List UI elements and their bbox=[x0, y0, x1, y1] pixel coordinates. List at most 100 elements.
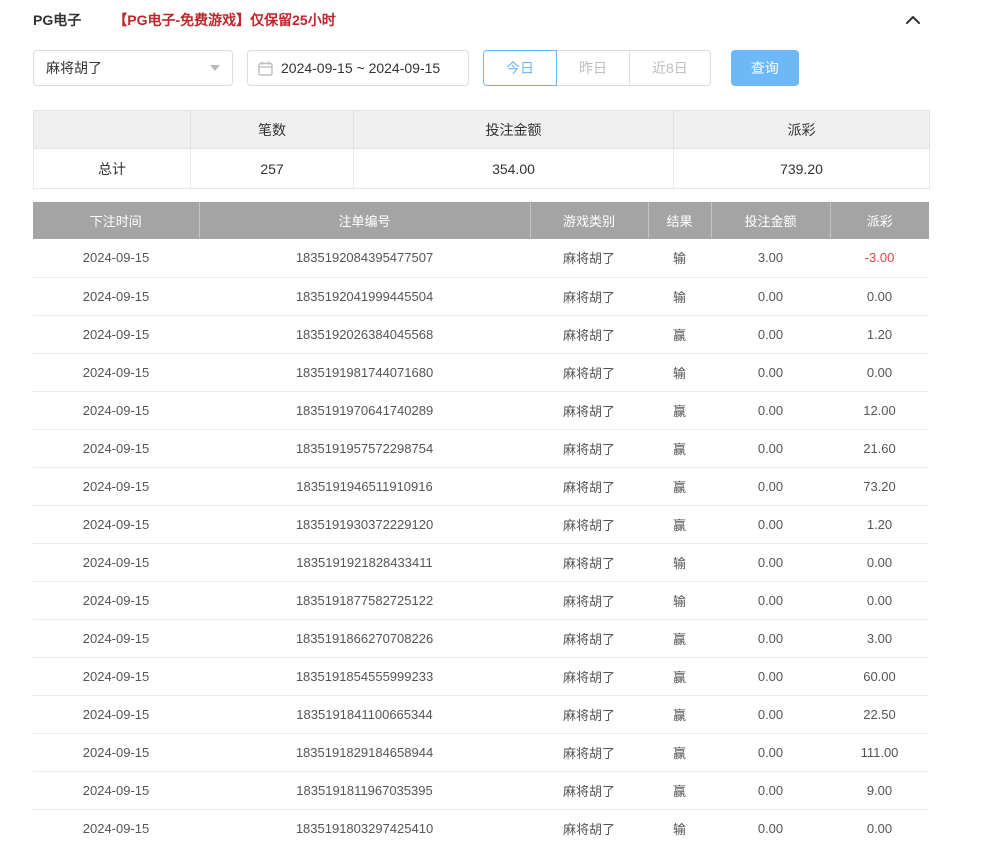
payout-cell: 1.20 bbox=[830, 315, 929, 353]
bet-amount-cell: 0.00 bbox=[711, 733, 830, 771]
collapse-button[interactable] bbox=[905, 15, 921, 25]
bet-amount-cell: 0.00 bbox=[711, 277, 830, 315]
result-cell: 输 bbox=[648, 353, 711, 391]
quick-date-buttons: 今日 昨日 近8日 bbox=[483, 50, 711, 86]
summary-header-bet-amount: 投注金额 bbox=[354, 111, 674, 149]
order-id-cell: 1835191957572298754 bbox=[199, 429, 530, 467]
table-row: 2024-09-151835191841100665344麻将胡了赢0.0022… bbox=[33, 695, 929, 733]
order-id-cell: 1835191970641740289 bbox=[199, 391, 530, 429]
payout-cell: 1.20 bbox=[830, 505, 929, 543]
game-type-cell: 麻将胡了 bbox=[530, 353, 648, 391]
order-id-cell: 1835191930372229120 bbox=[199, 505, 530, 543]
last-8-days-button[interactable]: 近8日 bbox=[629, 50, 711, 86]
table-row: 2024-09-151835192026384045568麻将胡了赢0.001.… bbox=[33, 315, 929, 353]
order-id-cell: 1835191811967035395 bbox=[199, 771, 530, 809]
bet-table-header-row: 下注时间 注单编号 游戏类别 结果 投注金额 派彩 bbox=[33, 202, 929, 239]
game-type-cell: 麻将胡了 bbox=[530, 657, 648, 695]
summary-total-bet-amount: 354.00 bbox=[354, 149, 674, 189]
header-result: 结果 bbox=[648, 202, 711, 239]
yesterday-button[interactable]: 昨日 bbox=[556, 50, 630, 86]
date-range-input[interactable]: 2024-09-15 ~ 2024-09-15 bbox=[247, 50, 469, 86]
game-type-cell: 麻将胡了 bbox=[530, 771, 648, 809]
bet-amount-cell: 0.00 bbox=[711, 619, 830, 657]
calendar-icon bbox=[258, 61, 273, 76]
today-button[interactable]: 今日 bbox=[483, 50, 557, 86]
bet-amount-cell: 0.00 bbox=[711, 809, 830, 844]
result-cell: 赢 bbox=[648, 733, 711, 771]
header-payout: 派彩 bbox=[830, 202, 929, 239]
order-id-cell: 1835191946511910916 bbox=[199, 467, 530, 505]
game-type-cell: 麻将胡了 bbox=[530, 809, 648, 844]
order-id-cell: 1835192041999445504 bbox=[199, 277, 530, 315]
payout-cell: 0.00 bbox=[830, 543, 929, 581]
summary-total-label: 总计 bbox=[34, 149, 191, 189]
table-row: 2024-09-151835191921828433411麻将胡了输0.000.… bbox=[33, 543, 929, 581]
payout-cell: 0.00 bbox=[830, 353, 929, 391]
table-row: 2024-09-151835191970641740289麻将胡了赢0.0012… bbox=[33, 391, 929, 429]
chevron-down-icon bbox=[210, 65, 220, 71]
summary-header-row: 笔数 投注金额 派彩 bbox=[34, 111, 930, 149]
records-panel: PG电子 【PG电子-免费游戏】仅保留25小时 麻将胡了 2024-09-15 … bbox=[33, 0, 929, 844]
game-type-cell: 麻将胡了 bbox=[530, 581, 648, 619]
result-cell: 赢 bbox=[648, 467, 711, 505]
payout-cell: 111.00 bbox=[830, 733, 929, 771]
table-row: 2024-09-151835191981744071680麻将胡了输0.000.… bbox=[33, 353, 929, 391]
bet-date-cell: 2024-09-15 bbox=[33, 619, 199, 657]
summary-table: 笔数 投注金额 派彩 总计 257 354.00 739.20 bbox=[33, 110, 930, 189]
bet-date-cell: 2024-09-15 bbox=[33, 239, 199, 277]
game-type-cell: 麻将胡了 bbox=[530, 543, 648, 581]
bet-date-cell: 2024-09-15 bbox=[33, 733, 199, 771]
table-row: 2024-09-151835191866270708226麻将胡了赢0.003.… bbox=[33, 619, 929, 657]
order-id-cell: 1835192084395477507 bbox=[199, 239, 530, 277]
header-bet-date: 下注时间 bbox=[33, 202, 199, 239]
order-id-cell: 1835191803297425410 bbox=[199, 809, 530, 844]
bet-date-cell: 2024-09-15 bbox=[33, 277, 199, 315]
bet-amount-cell: 0.00 bbox=[711, 391, 830, 429]
game-type-cell: 麻将胡了 bbox=[530, 505, 648, 543]
game-select-value: 麻将胡了 bbox=[46, 58, 102, 78]
bet-amount-cell: 0.00 bbox=[711, 771, 830, 809]
summary-total-row: 总计 257 354.00 739.20 bbox=[34, 149, 930, 189]
order-id-cell: 1835191841100665344 bbox=[199, 695, 530, 733]
table-row: 2024-09-151835191957572298754麻将胡了赢0.0021… bbox=[33, 429, 929, 467]
game-select[interactable]: 麻将胡了 bbox=[33, 50, 233, 86]
bet-date-cell: 2024-09-15 bbox=[33, 695, 199, 733]
chevron-up-icon bbox=[905, 15, 921, 25]
bet-amount-cell: 0.00 bbox=[711, 695, 830, 733]
bet-amount-cell: 0.00 bbox=[711, 657, 830, 695]
summary-total-count: 257 bbox=[191, 149, 354, 189]
bet-date-cell: 2024-09-15 bbox=[33, 581, 199, 619]
order-id-cell: 1835191921828433411 bbox=[199, 543, 530, 581]
bet-amount-cell: 0.00 bbox=[711, 581, 830, 619]
bet-amount-cell: 0.00 bbox=[711, 353, 830, 391]
bet-table-body: 2024-09-151835192084395477507麻将胡了输3.00-3… bbox=[33, 239, 929, 844]
result-cell: 赢 bbox=[648, 771, 711, 809]
date-range-value: 2024-09-15 ~ 2024-09-15 bbox=[281, 60, 440, 76]
table-row: 2024-09-151835191854555999233麻将胡了赢0.0060… bbox=[33, 657, 929, 695]
bet-date-cell: 2024-09-15 bbox=[33, 391, 199, 429]
summary-header-blank bbox=[34, 111, 191, 149]
summary-header-payout: 派彩 bbox=[674, 111, 930, 149]
table-row: 2024-09-151835191930372229120麻将胡了赢0.001.… bbox=[33, 505, 929, 543]
result-cell: 赢 bbox=[648, 619, 711, 657]
search-button[interactable]: 查询 bbox=[731, 50, 799, 86]
bet-amount-cell: 0.00 bbox=[711, 505, 830, 543]
order-id-cell: 1835191981744071680 bbox=[199, 353, 530, 391]
payout-cell: 21.60 bbox=[830, 429, 929, 467]
result-cell: 赢 bbox=[648, 505, 711, 543]
bet-date-cell: 2024-09-15 bbox=[33, 657, 199, 695]
bet-amount-cell: 3.00 bbox=[711, 239, 830, 277]
payout-cell: 9.00 bbox=[830, 771, 929, 809]
result-cell: 赢 bbox=[648, 695, 711, 733]
header-bet-amount: 投注金额 bbox=[711, 202, 830, 239]
payout-cell: 0.00 bbox=[830, 277, 929, 315]
bet-date-cell: 2024-09-15 bbox=[33, 467, 199, 505]
result-cell: 赢 bbox=[648, 657, 711, 695]
payout-cell: 0.00 bbox=[830, 809, 929, 844]
bet-date-cell: 2024-09-15 bbox=[33, 809, 199, 844]
payout-cell: 12.00 bbox=[830, 391, 929, 429]
bet-date-cell: 2024-09-15 bbox=[33, 771, 199, 809]
result-cell: 赢 bbox=[648, 391, 711, 429]
payout-cell: 3.00 bbox=[830, 619, 929, 657]
result-cell: 输 bbox=[648, 239, 711, 277]
